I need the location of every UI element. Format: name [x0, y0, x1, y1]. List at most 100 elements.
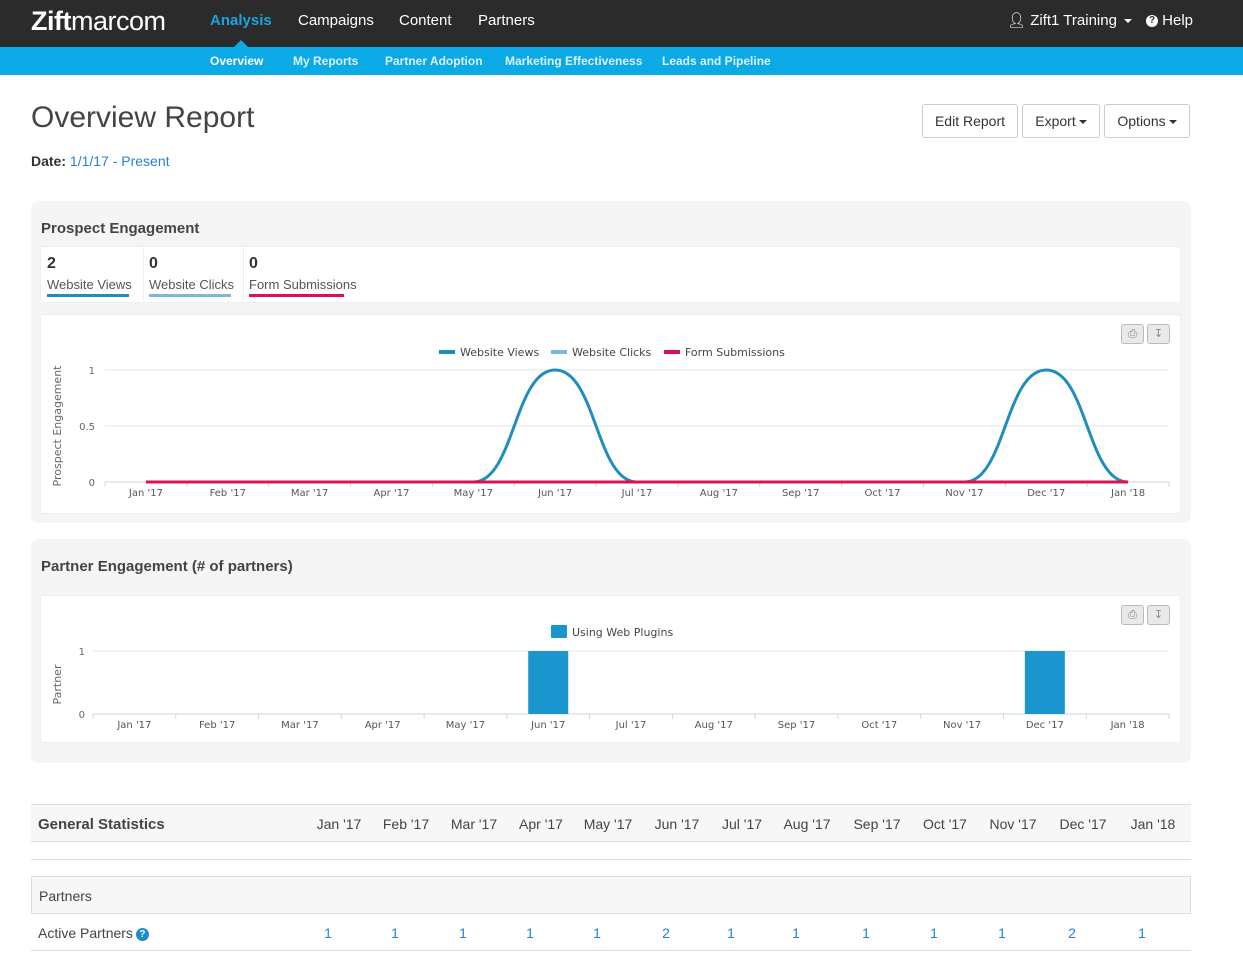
stat-website-clicks[interactable]: 0 Website Clicks	[143, 247, 243, 301]
y-tick-label: 1	[89, 366, 95, 377]
nav-analysis[interactable]: Analysis	[210, 0, 272, 47]
x-tick-label: Aug '17	[695, 720, 733, 731]
nav-campaigns[interactable]: Campaigns	[298, 0, 374, 47]
x-tick-label: Jun '17	[537, 488, 572, 499]
x-tick-label: Mar '17	[291, 488, 329, 499]
help-link[interactable]: ? Help	[1146, 0, 1193, 42]
subnav-leads-pipeline[interactable]: Leads and Pipeline	[662, 47, 771, 76]
month-header: Jun '17	[654, 816, 700, 832]
x-tick-label: Mar '17	[281, 720, 319, 731]
export-label: Export	[1035, 113, 1076, 129]
user-menu[interactable]: 👤︎ Zift1 Training	[1007, 0, 1133, 42]
prospect-line-chart: 0 0.5 1 Jan '17 Feb '17 Mar '17 Apr '17 May '17…	[51, 346, 1170, 499]
legend-swatch	[551, 350, 567, 354]
subnav-my-reports[interactable]: My Reports	[293, 47, 358, 76]
x-tick-label: Jan '17	[128, 488, 163, 499]
date-label: Date:	[31, 153, 67, 169]
row-label: Active Partners	[38, 925, 133, 941]
active-partners-value-link[interactable]: 2	[653, 925, 679, 941]
active-partners-value-link[interactable]: 1	[718, 925, 744, 941]
active-partners-value-link[interactable]: 1	[989, 925, 1015, 941]
active-partners-value-link[interactable]: 1	[382, 925, 408, 941]
x-tick-label: Jan '18	[1110, 488, 1145, 499]
month-header: Jul '17	[721, 816, 763, 832]
export-button[interactable]: Export	[1022, 104, 1100, 138]
x-tick-label: Jul '17	[615, 720, 647, 731]
x-tick-label: Dec '17	[1026, 720, 1064, 731]
x-tick-label: Feb '17	[210, 488, 246, 499]
active-partners-value-link[interactable]: 1	[315, 925, 341, 941]
chevron-down-icon	[1124, 19, 1133, 24]
stat-value: 2	[47, 255, 56, 272]
x-tick-label: Aug '17	[700, 488, 738, 499]
stat-label: Website Clicks	[149, 277, 235, 292]
x-tick-label: Dec '17	[1027, 488, 1065, 499]
x-tick-label: Apr '17	[373, 488, 409, 499]
page-title: Overview Report	[31, 101, 255, 134]
nav-content[interactable]: Content	[399, 0, 452, 47]
active-partners-value-link[interactable]: 1	[921, 925, 947, 941]
active-partners-value-link[interactable]: 1	[1129, 925, 1155, 941]
active-partners-value-link[interactable]: 1	[450, 925, 476, 941]
bar	[528, 651, 569, 714]
subnav-overview[interactable]: Overview	[210, 47, 263, 76]
subnav-partner-adoption[interactable]: Partner Adoption	[385, 47, 483, 76]
stat-label: Form Submissions	[249, 277, 357, 292]
legend-label: Website Clicks	[572, 346, 652, 359]
legend-label: Website Views	[460, 346, 539, 359]
stat-website-views[interactable]: 2 Website Views	[42, 247, 142, 301]
y-axis-title: Partner	[51, 664, 64, 704]
table-row: Active Partners? 1 1 1 1 1 2 1 1 1 1 1 2 1	[31, 914, 1191, 951]
x-tick-label: Sep '17	[782, 488, 820, 499]
date-range: Date: 1/1/17 - Present	[31, 153, 170, 169]
bar	[1024, 651, 1065, 714]
y-tick-label: 1	[79, 647, 85, 658]
edit-report-button[interactable]: Edit Report	[922, 104, 1018, 138]
active-partners-label: Active Partners?	[38, 925, 149, 941]
y-tick-label: 0	[79, 710, 85, 721]
active-partners-value-link[interactable]: 1	[853, 925, 879, 941]
table-spacer-row	[31, 842, 1191, 860]
month-header: Oct '17	[923, 816, 967, 832]
nav-partners[interactable]: Partners	[478, 0, 535, 47]
x-tick-label: Nov '17	[945, 488, 983, 499]
x-tick-label: Jan '18	[1110, 720, 1145, 731]
month-header: Mar '17	[450, 816, 498, 832]
y-tick-label: 0	[89, 478, 95, 489]
active-partners-value-link[interactable]: 1	[517, 925, 543, 941]
partner-panel-title: Partner Engagement (# of partners)	[41, 558, 293, 575]
partner-engagement-panel: Partner Engagement (# of partners) ⎙ ↧ 0…	[31, 539, 1191, 763]
stat-form-submissions[interactable]: 0 Form Submissions	[243, 247, 363, 301]
active-partners-value-link[interactable]: 1	[584, 925, 610, 941]
stat-underline	[47, 294, 129, 297]
partner-chart-box: ⎙ ↧ 0 1 Jan '17 Feb '17 Mar '17 Apr '17 May '1…	[40, 595, 1181, 743]
month-header: Feb '17	[382, 816, 430, 832]
options-button[interactable]: Options	[1104, 104, 1190, 138]
user-icon: 👤︎	[1007, 12, 1027, 29]
month-header: May '17	[583, 816, 633, 832]
x-tick-label: Feb '17	[199, 720, 235, 731]
help-icon[interactable]: ?	[135, 927, 149, 941]
app-logo[interactable]: Ziftmarcom	[31, 6, 166, 37]
partner-bar-chart: 0 1 Jan '17 Feb '17 Mar '17 Apr '17 May '17 Jun…	[51, 625, 1170, 731]
general-statistics-title: General Statistics	[38, 816, 165, 833]
active-partners-value-link[interactable]: 1	[783, 925, 809, 941]
x-tick-label: Sep '17	[778, 720, 816, 731]
stat-underline	[249, 294, 344, 297]
x-tick-label: Nov '17	[943, 720, 981, 731]
date-value-link[interactable]: 1/1/17 - Present	[70, 153, 170, 169]
subnav-marketing-effectiveness[interactable]: Marketing Effectiveness	[505, 47, 642, 76]
stat-value: 0	[149, 255, 158, 272]
top-navbar: Ziftmarcom Analysis Campaigns Content Pa…	[0, 0, 1243, 47]
chevron-down-icon	[1168, 120, 1177, 125]
active-partners-value-link[interactable]: 2	[1059, 925, 1085, 941]
prospect-chart-box: ⎙ ↧ 0 0.5 1 Jan '17 Feb '17 Mar '17 Apr '17 May…	[40, 314, 1181, 514]
month-header: Nov '17	[989, 816, 1037, 832]
x-tick-label: Oct '17	[861, 720, 897, 731]
x-tick-label: Jul '17	[621, 488, 653, 499]
help-icon: ?	[1146, 15, 1158, 28]
stat-label: Website Views	[47, 277, 132, 292]
y-tick-label: 0.5	[79, 422, 95, 433]
x-tick-label: Apr '17	[365, 720, 401, 731]
legend-swatch	[664, 350, 680, 354]
